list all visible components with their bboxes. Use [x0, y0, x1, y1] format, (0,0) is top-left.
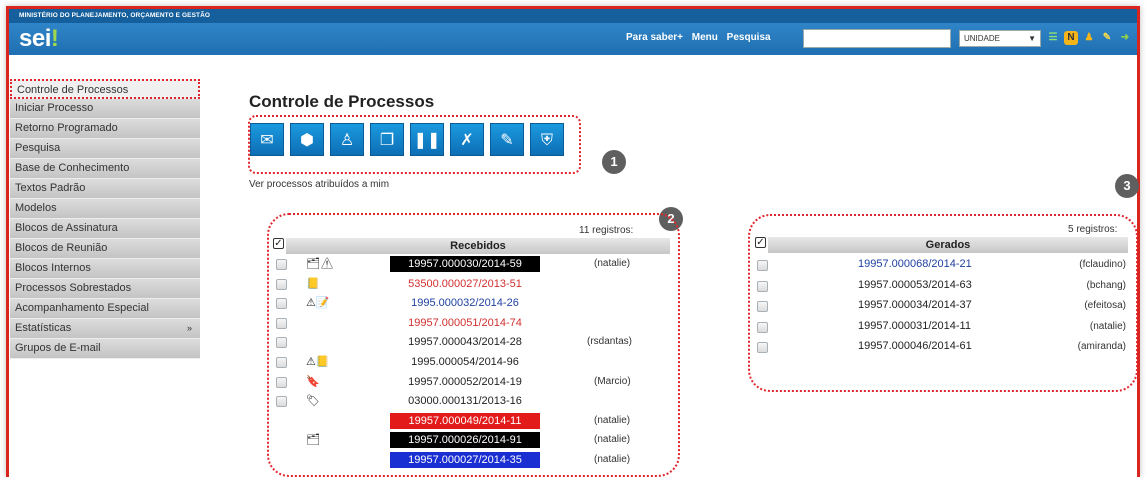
process-number-link[interactable]: 19957.000027/2014-35	[390, 452, 540, 468]
received-header: Recebidos	[286, 238, 670, 254]
process-number-link[interactable]: 19957.000068/2014-21	[858, 258, 972, 270]
sidebar-item-iniciar[interactable]: Iniciar Processo	[10, 99, 200, 119]
status-icons[interactable]: 🗂⚠	[306, 258, 334, 270]
sidebar-item-acompanhamento[interactable]: Acompanhamento Especial	[10, 299, 200, 319]
sei-logo[interactable]: sei!	[19, 25, 59, 53]
process-number-link[interactable]: 19957.000049/2014-11	[390, 413, 540, 429]
app-header: sei! Para saber+ Menu Pesquisa UNIDADE ▼ …	[9, 23, 1137, 55]
row-checkbox[interactable]	[276, 279, 287, 290]
assigned-user[interactable]: (fclaudino)	[1079, 259, 1126, 270]
assigned-user[interactable]: (natalie)	[594, 258, 630, 269]
callout-badge-3: 3	[1115, 174, 1139, 198]
row-checkbox[interactable]	[276, 357, 287, 368]
ministry-bar: MINISTÉRIO DO PLANEJAMENTO, ORÇAMENTO E …	[9, 9, 1137, 23]
received-count: 11 registros:	[579, 225, 634, 236]
documents-icon[interactable]: ❐	[370, 123, 404, 156]
sidebar-item-retorno[interactable]: Retorno Programado	[10, 119, 200, 139]
assigned-user[interactable]: (amiranda)	[1078, 341, 1126, 352]
update-status-icon[interactable]: ⬢	[290, 123, 324, 156]
process-number-link[interactable]: 19957.000026/2014-91	[390, 432, 540, 448]
row-checkbox[interactable]	[757, 260, 768, 271]
row-checkbox[interactable]	[276, 298, 287, 309]
process-number-link[interactable]: 19957.000030/2014-59	[390, 256, 540, 272]
sidebar-item-internos[interactable]: Blocos Internos	[10, 259, 200, 279]
process-number-link[interactable]: 03000.000131/2013-16	[390, 393, 540, 409]
process-number-link[interactable]: 19957.000053/2014-63	[858, 279, 972, 291]
process-number-link[interactable]: 1995.000032/2014-26	[390, 295, 540, 311]
generated-count: 5 registros:	[1068, 224, 1118, 235]
nav-para-saber[interactable]: Para saber+	[626, 32, 683, 43]
row-checkbox[interactable]	[276, 396, 287, 407]
shield-icon[interactable]: ⛨	[530, 123, 564, 156]
status-icons[interactable]: 🗂	[306, 434, 320, 446]
process-number-link[interactable]: 19957.000046/2014-61	[858, 340, 972, 352]
row-checkbox[interactable]	[757, 342, 768, 353]
search-input[interactable]	[803, 29, 951, 48]
process-number-link[interactable]: 19957.000051/2014-74	[390, 315, 540, 331]
sidebar-item-estatisticas[interactable]: Estatísticas»	[10, 319, 200, 339]
process-number-link[interactable]: 19957.000034/2014-37	[858, 299, 972, 311]
status-icons[interactable]: 🏷	[306, 395, 320, 407]
assigned-to-me-link[interactable]: Ver processos atribuídos a mim	[249, 179, 389, 190]
chevron-down-icon: ▼	[1028, 34, 1036, 43]
exit-icon[interactable]: ➜	[1118, 31, 1132, 45]
assigned-user[interactable]: (efeitosa)	[1084, 300, 1126, 311]
assign-user-icon[interactable]: ♙	[330, 123, 364, 156]
annotation-icon[interactable]: ✎	[490, 123, 524, 156]
select-all-generated-checkbox[interactable]: ✓	[755, 237, 766, 248]
process-number-link[interactable]: 19957.000031/2014-11	[858, 320, 971, 332]
sidebar: Controle de Processos Iniciar Processo R…	[10, 79, 200, 359]
send-process-icon[interactable]: ✉	[250, 123, 284, 156]
assigned-user[interactable]: (rsdantas)	[587, 336, 632, 347]
process-number-link[interactable]: 19957.000043/2014-28	[390, 334, 540, 350]
unit-select[interactable]: UNIDADE ▼	[959, 30, 1041, 47]
sidebar-item-pesquisa[interactable]: Pesquisa	[10, 139, 200, 159]
process-number-link[interactable]: 53500.000027/2013-51	[390, 276, 540, 292]
exclude-icon[interactable]: ✗	[450, 123, 484, 156]
status-icons[interactable]: ⚠📝	[306, 297, 330, 309]
sidebar-item-sobrestados[interactable]: Processos Sobrestados	[10, 279, 200, 299]
sidebar-item-controle[interactable]: Controle de Processos	[10, 79, 200, 99]
row-checkbox[interactable]	[757, 322, 768, 333]
process-toolbar: ✉ ⬢ ♙ ❐ ❚❚ ✗ ✎ ⛨	[250, 123, 564, 156]
callout-badge-1: 1	[602, 150, 626, 174]
page-title: Controle de Processos	[249, 92, 435, 111]
menu-icon[interactable]: ☰	[1046, 31, 1060, 45]
row-checkbox[interactable]	[276, 377, 287, 388]
tools-icon[interactable]: ✎	[1100, 31, 1114, 45]
assigned-user[interactable]: (Marcio)	[594, 376, 631, 387]
sidebar-item-base[interactable]: Base de Conhecimento	[10, 159, 200, 179]
nav-menu[interactable]: Menu	[692, 32, 718, 43]
status-icons[interactable]: 📒	[306, 278, 320, 290]
row-checkbox[interactable]	[757, 301, 768, 312]
assigned-user[interactable]: (natalie)	[594, 454, 630, 465]
assigned-user[interactable]: (natalie)	[1090, 321, 1126, 332]
row-checkbox[interactable]	[276, 318, 287, 329]
row-checkbox[interactable]	[757, 281, 768, 292]
user-icon[interactable]: ♟	[1082, 31, 1096, 45]
expand-arrow-icon: »	[186, 323, 192, 333]
select-all-received-checkbox[interactable]: ✓	[273, 238, 284, 249]
sidebar-item-grupos[interactable]: Grupos de E-mail	[10, 339, 200, 359]
row-checkbox[interactable]	[276, 337, 287, 348]
sidebar-item-textos[interactable]: Textos Padrão	[10, 179, 200, 199]
sidebar-item-reuniao[interactable]: Blocos de Reunião	[10, 239, 200, 259]
notification-icon[interactable]: N	[1064, 31, 1078, 45]
pause-icon[interactable]: ❚❚	[410, 123, 444, 156]
assigned-user[interactable]: (natalie)	[594, 415, 630, 426]
sidebar-item-assinatura[interactable]: Blocos de Assinatura	[10, 219, 200, 239]
status-icons[interactable]: ⚠📒	[306, 356, 330, 368]
header-nav: Para saber+ Menu Pesquisa	[626, 32, 777, 43]
assigned-user[interactable]: (bchang)	[1087, 280, 1126, 291]
sidebar-item-modelos[interactable]: Modelos	[10, 199, 200, 219]
assigned-user[interactable]: (natalie)	[594, 434, 630, 445]
process-number-link[interactable]: 1995.000054/2014-96	[390, 354, 540, 370]
generated-header: Gerados	[768, 237, 1128, 253]
row-checkbox[interactable]	[276, 259, 287, 270]
nav-pesquisa[interactable]: Pesquisa	[727, 32, 771, 43]
process-number-link[interactable]: 19957.000052/2014-19	[390, 374, 540, 390]
status-icons[interactable]: 🔖	[306, 376, 320, 388]
header-icons: ☰ N ♟ ✎ ➜	[1046, 31, 1132, 45]
